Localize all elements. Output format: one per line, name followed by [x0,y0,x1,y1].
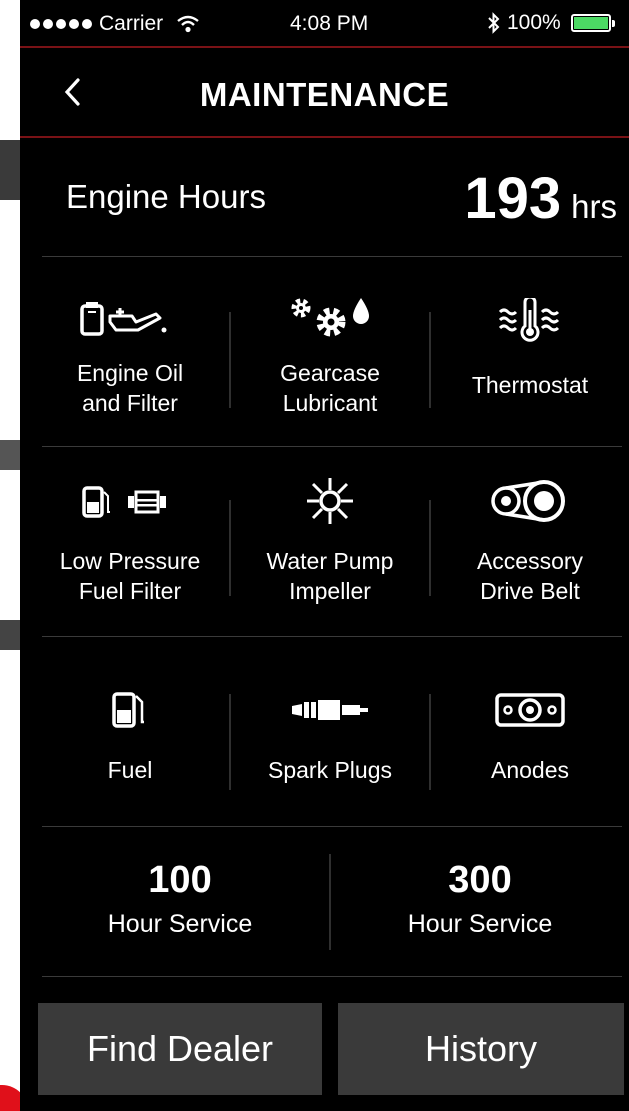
spark-plug-icon [292,700,368,720]
drive-belt-icon [491,480,565,522]
item-anodes[interactable]: Anodes [430,640,629,828]
battery-icon [570,14,615,32]
service-number: 300 [448,859,512,901]
gears-drop-icon [291,298,369,337]
divider [42,446,622,447]
status-time: 4:08 PM [290,12,369,35]
service-label: Hour Service [107,910,253,938]
divider [42,826,622,827]
history-button[interactable]: History [338,1003,624,1095]
carrier-label: Carrier [99,12,164,35]
item-label: Fuel [107,757,153,783]
engine-hours-value: 193 hrs [464,165,617,232]
item-label: Low Pressure Fuel Filter [59,548,201,604]
status-bar: Carrier 4:08 PM 100% [20,0,629,48]
divider [42,976,622,977]
service-number: 100 [148,859,212,901]
thermometer-waves-icon [498,298,560,342]
item-engine-oil[interactable]: Engine Oil and Filter [30,260,230,448]
fuel-pump-icon [112,692,144,728]
item-low-pressure-fuel-filter[interactable]: Low Pressure Fuel Filter [30,450,230,638]
engine-hours-number: 193 [464,166,562,231]
find-dealer-button[interactable]: Find Dealer [38,1003,322,1095]
service-100-hour[interactable]: 100 Hour Service [35,858,325,940]
item-water-pump-impeller[interactable]: Water Pump Impeller [230,450,430,638]
item-label: Gearcase Lubricant [280,360,380,416]
item-spark-plugs[interactable]: Spark Plugs [230,640,430,828]
bluetooth-icon [488,12,500,34]
item-label: Thermostat [471,372,589,398]
item-label: Engine Oil and Filter [76,360,184,416]
background-edge [0,0,20,1111]
item-fuel[interactable]: Fuel [30,640,230,828]
service-300-hour[interactable]: 300 Hour Service [335,858,625,940]
vertical-divider [329,854,331,950]
divider [42,636,622,637]
engine-hours-label: Engine Hours [66,178,266,215]
fuel-filter-icon [82,486,166,518]
item-gearcase-lubricant[interactable]: Gearcase Lubricant [230,260,430,448]
nav-bar: MAINTENANCE [20,50,629,136]
impeller-icon [307,478,353,524]
header-top-divider [20,46,629,48]
maintenance-row-1: Engine Oiland Filter GearcaseLubricant [30,260,629,448]
maintenance-row-3: Fuel Spark Plugs Anodes [30,640,629,828]
wifi-icon [177,15,199,33]
phone-screen: Carrier 4:08 PM 100% MAINTENANCE Engine … [20,0,629,1111]
anode-icon [495,693,565,727]
page-title: MAINTENANCE [199,76,450,113]
item-label: Accessory Drive Belt [476,548,584,604]
item-thermostat[interactable]: Thermostat [430,260,629,448]
signal-dots-icon [30,19,92,29]
service-label: Hour Service [407,910,553,938]
oil-can-icon [80,302,167,336]
item-label: Water Pump Impeller [266,548,394,604]
item-label: Spark Plugs [267,757,392,783]
header-bottom-divider [20,136,629,138]
battery-percent: 100% [507,11,561,34]
item-accessory-drive-belt[interactable]: Accessory Drive Belt [430,450,629,638]
maintenance-row-2: Low Pressure Fuel Filter Water Pump Impell… [30,450,629,638]
divider [42,256,622,257]
engine-hours-unit: hrs [571,188,617,225]
item-label: Anodes [490,757,569,783]
